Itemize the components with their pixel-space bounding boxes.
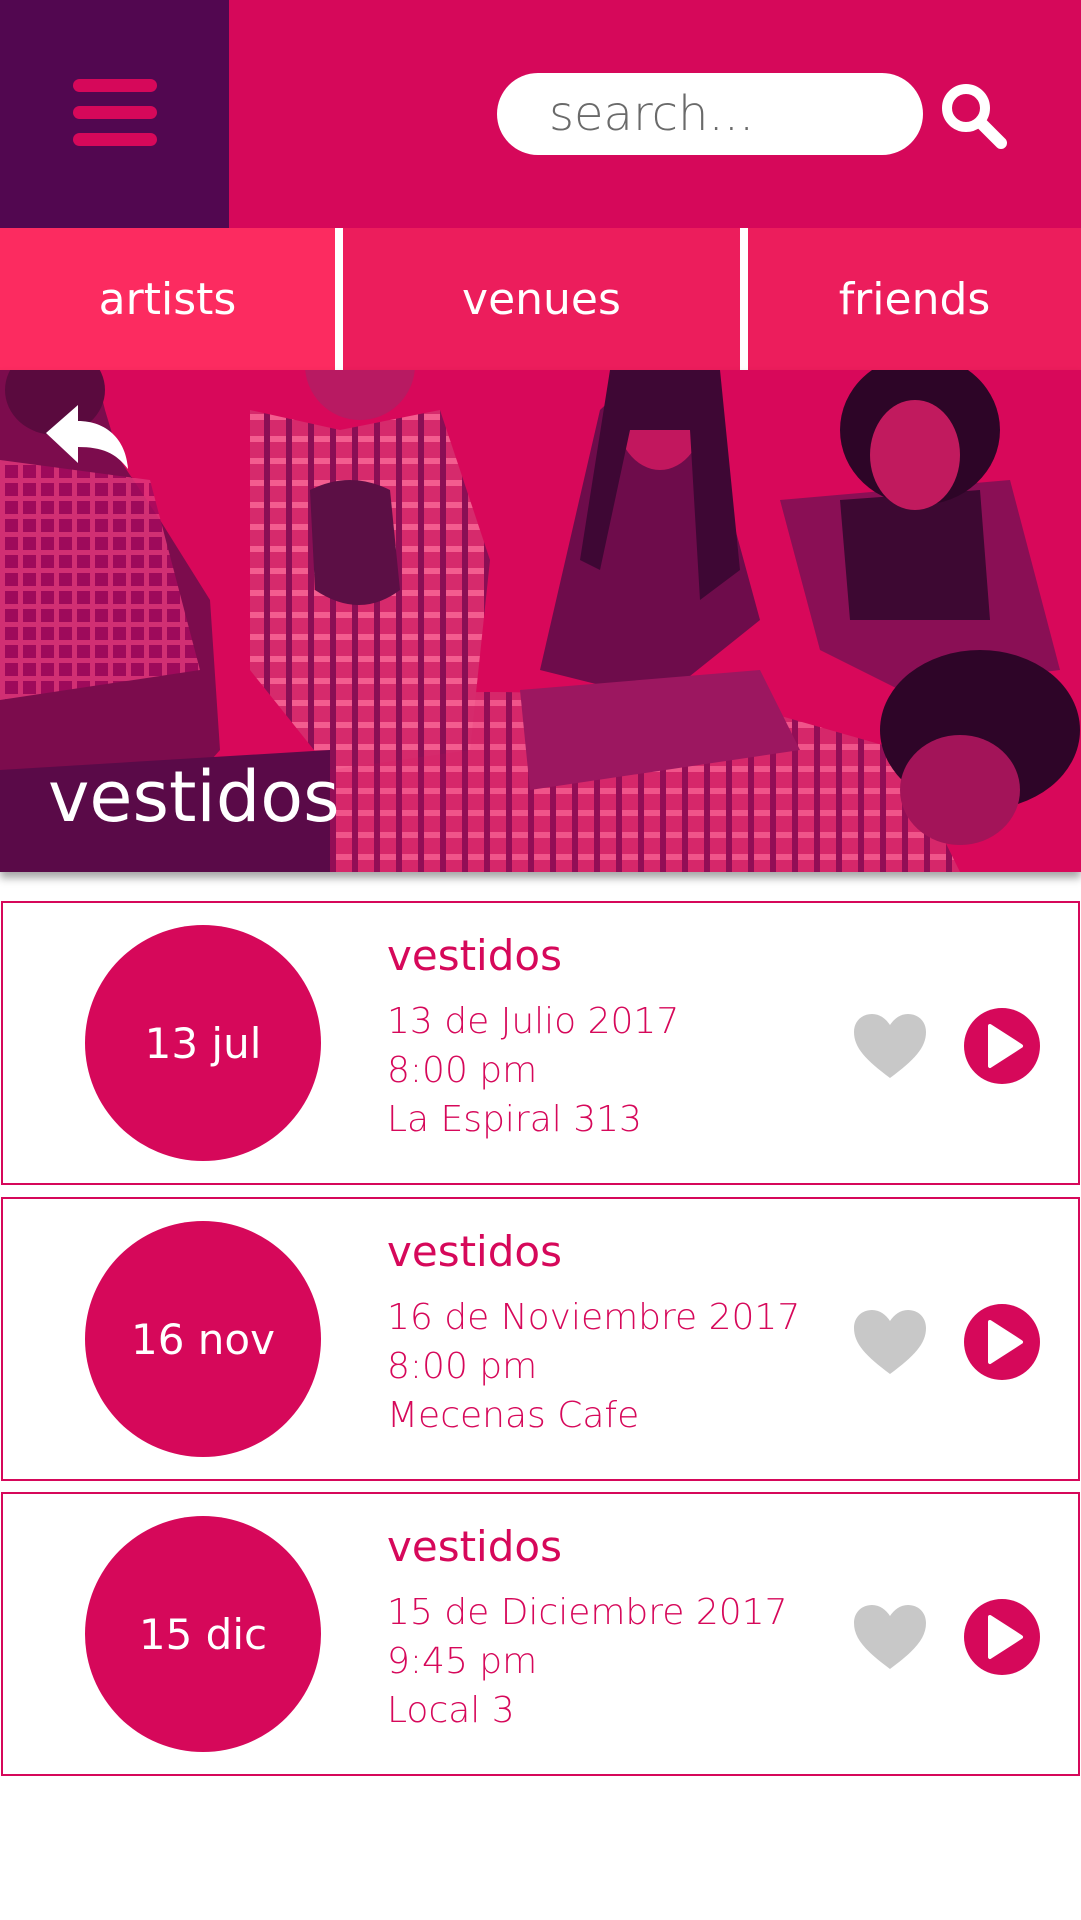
tab-venues[interactable]: venues <box>343 228 740 370</box>
event-date-badge: 16 nov <box>85 1221 321 1457</box>
tab-friends[interactable]: friends <box>748 228 1081 370</box>
event-card[interactable]: 16 nov vestidos 16 de Noviembre 2017 8:0… <box>1 1197 1080 1481</box>
event-time: 8:00 pm <box>387 1346 538 1387</box>
search-icon[interactable] <box>938 80 1010 152</box>
tab-friends-label: friends <box>838 273 991 325</box>
tab-artists-label: artists <box>98 273 237 325</box>
search-input[interactable] <box>549 86 889 142</box>
artist-name-title: vestidos <box>48 756 340 838</box>
tab-bar: artists venues friends <box>0 228 1081 370</box>
event-venue: La Espiral 313 <box>387 1099 642 1140</box>
event-title: vestidos <box>387 1227 562 1276</box>
hamburger-menu-icon-bar <box>73 106 157 119</box>
event-time: 9:45 pm <box>387 1641 538 1682</box>
event-venue: Mecenas Cafe <box>387 1395 640 1436</box>
event-date: 16 de Noviembre 2017 <box>387 1297 801 1338</box>
heart-icon[interactable] <box>852 1308 928 1376</box>
event-date: 15 de Diciembre 2017 <box>387 1592 788 1633</box>
event-date-badge: 13 jul <box>85 925 321 1161</box>
play-icon[interactable] <box>963 1303 1041 1381</box>
event-date: 13 de Julio 2017 <box>387 1001 680 1042</box>
play-icon[interactable] <box>963 1007 1041 1085</box>
event-card[interactable]: 15 dic vestidos 15 de Diciembre 2017 9:4… <box>1 1492 1080 1776</box>
top-bar <box>0 0 1081 228</box>
search-field[interactable] <box>497 73 923 155</box>
event-time: 8:00 pm <box>387 1050 538 1091</box>
tab-venues-label: venues <box>462 273 621 325</box>
event-card[interactable]: 13 jul vestidos 13 de Julio 2017 8:00 pm… <box>1 901 1080 1185</box>
menu-button[interactable] <box>0 0 229 228</box>
event-venue: Local 3 <box>387 1690 515 1731</box>
hamburger-menu-icon-bar <box>73 79 157 92</box>
hamburger-menu-icon-bar <box>73 133 157 146</box>
back-arrow-icon[interactable] <box>44 403 132 477</box>
event-date-badge: 15 dic <box>85 1516 321 1752</box>
event-title: vestidos <box>387 931 562 980</box>
artist-hero: vestidos <box>0 370 1081 872</box>
heart-icon[interactable] <box>852 1012 928 1080</box>
heart-icon[interactable] <box>852 1603 928 1671</box>
event-date-badge-text: 13 jul <box>144 1018 262 1068</box>
play-icon[interactable] <box>963 1598 1041 1676</box>
event-date-badge-text: 15 dic <box>138 1609 268 1659</box>
tab-artists[interactable]: artists <box>0 228 335 370</box>
event-title: vestidos <box>387 1522 562 1571</box>
event-date-badge-text: 16 nov <box>131 1314 275 1364</box>
